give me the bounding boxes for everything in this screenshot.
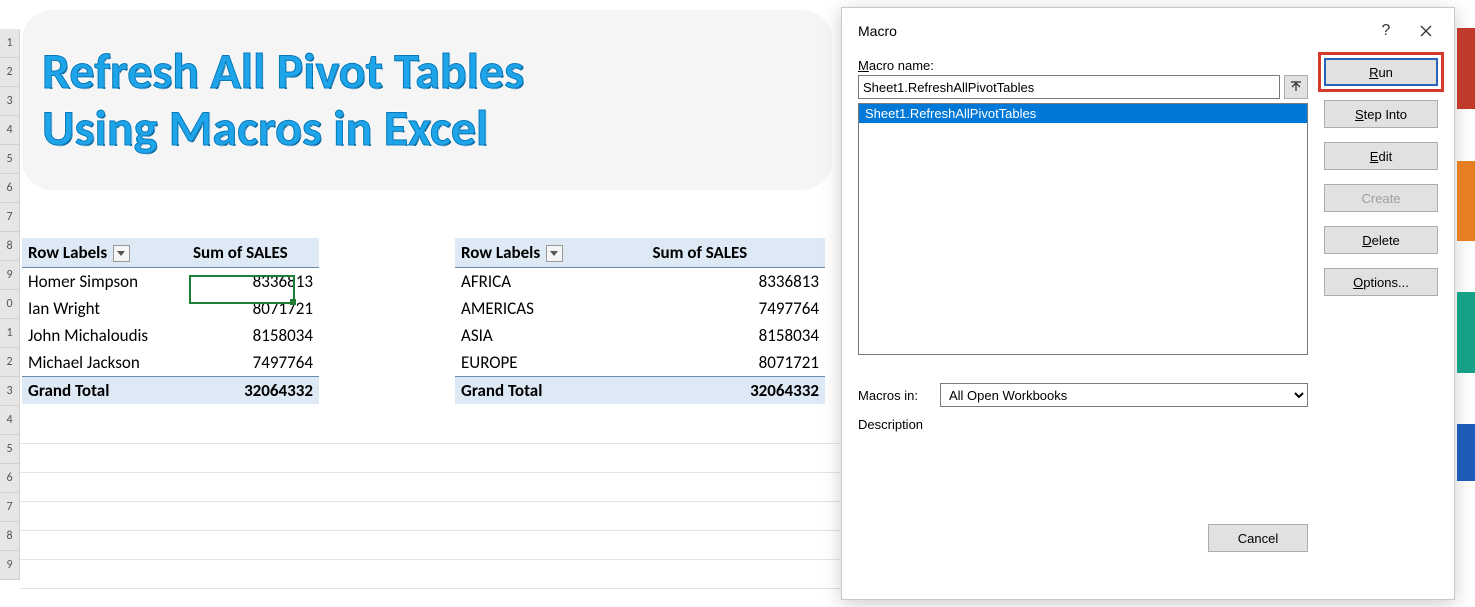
grid-row[interactable] [20,531,840,560]
row-header[interactable]: 4 [0,406,20,435]
pivot-table-2: Row Labels Sum of SALES AFRICA8336813 AM… [455,238,825,404]
grid-row[interactable] [20,502,840,531]
table-row: Michael Jackson7497764 [22,349,319,377]
pivot2-col1-header[interactable]: Row Labels [455,238,645,268]
table-row: Ian Wright8071721 [22,295,319,322]
grid-row[interactable] [20,473,840,502]
create-button: Create [1324,184,1438,212]
cancel-button[interactable]: Cancel [1208,524,1308,552]
row-header[interactable]: 7 [0,493,20,522]
pivot1-col1-header[interactable]: Row Labels [22,238,185,268]
close-button[interactable] [1406,15,1446,47]
row-header[interactable]: 0 [0,290,20,319]
row-header[interactable]: 5 [0,435,20,464]
step-into-button[interactable]: Step Into [1324,100,1438,128]
options-button[interactable]: Options... [1324,268,1438,296]
close-icon [1420,25,1432,37]
dialog-title: Macro [858,23,1366,39]
table-row: Homer Simpson8336813 [22,268,319,296]
macro-dialog: Macro ? Macro name: Sheet1.RefreshAllPiv… [841,7,1455,600]
grand-total-row: Grand Total32064332 [22,377,319,405]
macro-list[interactable]: Sheet1.RefreshAllPivotTables [858,103,1308,355]
dialog-titlebar[interactable]: Macro ? [842,8,1454,54]
row-headers: 1 2 3 4 5 6 7 8 9 0 1 2 3 4 5 6 7 8 9 [0,29,20,580]
go-to-button[interactable] [1284,75,1308,99]
grand-total-row: Grand Total32064332 [455,377,825,405]
row-header[interactable]: 6 [0,174,20,203]
filter-dropdown-icon[interactable] [113,245,130,262]
row-header[interactable]: 9 [0,261,20,290]
table-row: ASIA8158034 [455,322,825,349]
row-header[interactable]: 3 [0,377,20,406]
banner-line1: Refresh All Pivot Tables [42,43,832,101]
side-strip-red[interactable] [1457,28,1475,109]
grid-row[interactable] [20,444,840,473]
row-header[interactable]: 8 [0,232,20,261]
macros-in-label: Macros in: [858,388,930,403]
row-header[interactable]: 4 [0,116,20,145]
delete-button[interactable]: Delete [1324,226,1438,254]
grid-row[interactable] [20,415,840,444]
pivot1-col2-header[interactable]: Sum of SALES [185,238,319,268]
row-header[interactable]: 5 [0,145,20,174]
macro-name-input[interactable] [858,75,1280,99]
banner-line2: Using Macros in Excel [42,100,832,158]
macro-name-label: Macro name: [858,58,1308,73]
row-header[interactable]: 3 [0,87,20,116]
row-header[interactable]: 8 [0,522,20,551]
row-header[interactable]: 2 [0,348,20,377]
filter-dropdown-icon[interactable] [546,245,563,262]
pivot2-col2-header[interactable]: Sum of SALES [645,238,826,268]
row-header[interactable]: 1 [0,29,20,58]
help-button[interactable]: ? [1366,15,1406,47]
arrow-up-icon [1289,80,1303,94]
table-row: EUROPE8071721 [455,349,825,377]
title-banner: Refresh All Pivot Tables Using Macros in… [22,10,832,190]
row-header[interactable]: 6 [0,464,20,493]
side-strip-green[interactable] [1457,292,1475,373]
table-row: AMERICAS7497764 [455,295,825,322]
empty-grid [20,415,840,589]
side-strip-orange[interactable] [1457,161,1475,241]
grid-row[interactable] [20,560,840,589]
run-button[interactable]: Run [1324,58,1438,86]
description-label: Description [858,417,1308,432]
row-header[interactable]: 9 [0,551,20,580]
edit-button[interactable]: Edit [1324,142,1438,170]
table-row: AFRICA8336813 [455,268,825,296]
row-header[interactable]: 7 [0,203,20,232]
side-strip-blue[interactable] [1457,424,1475,481]
macro-list-item[interactable]: Sheet1.RefreshAllPivotTables [859,104,1307,123]
macros-in-select[interactable]: All Open Workbooks [940,383,1308,407]
table-row: John Michaloudis8158034 [22,322,319,349]
row-header[interactable]: 1 [0,319,20,348]
row-header[interactable]: 2 [0,58,20,87]
pivot-table-1: Row Labels Sum of SALES Homer Simpson833… [22,238,319,404]
